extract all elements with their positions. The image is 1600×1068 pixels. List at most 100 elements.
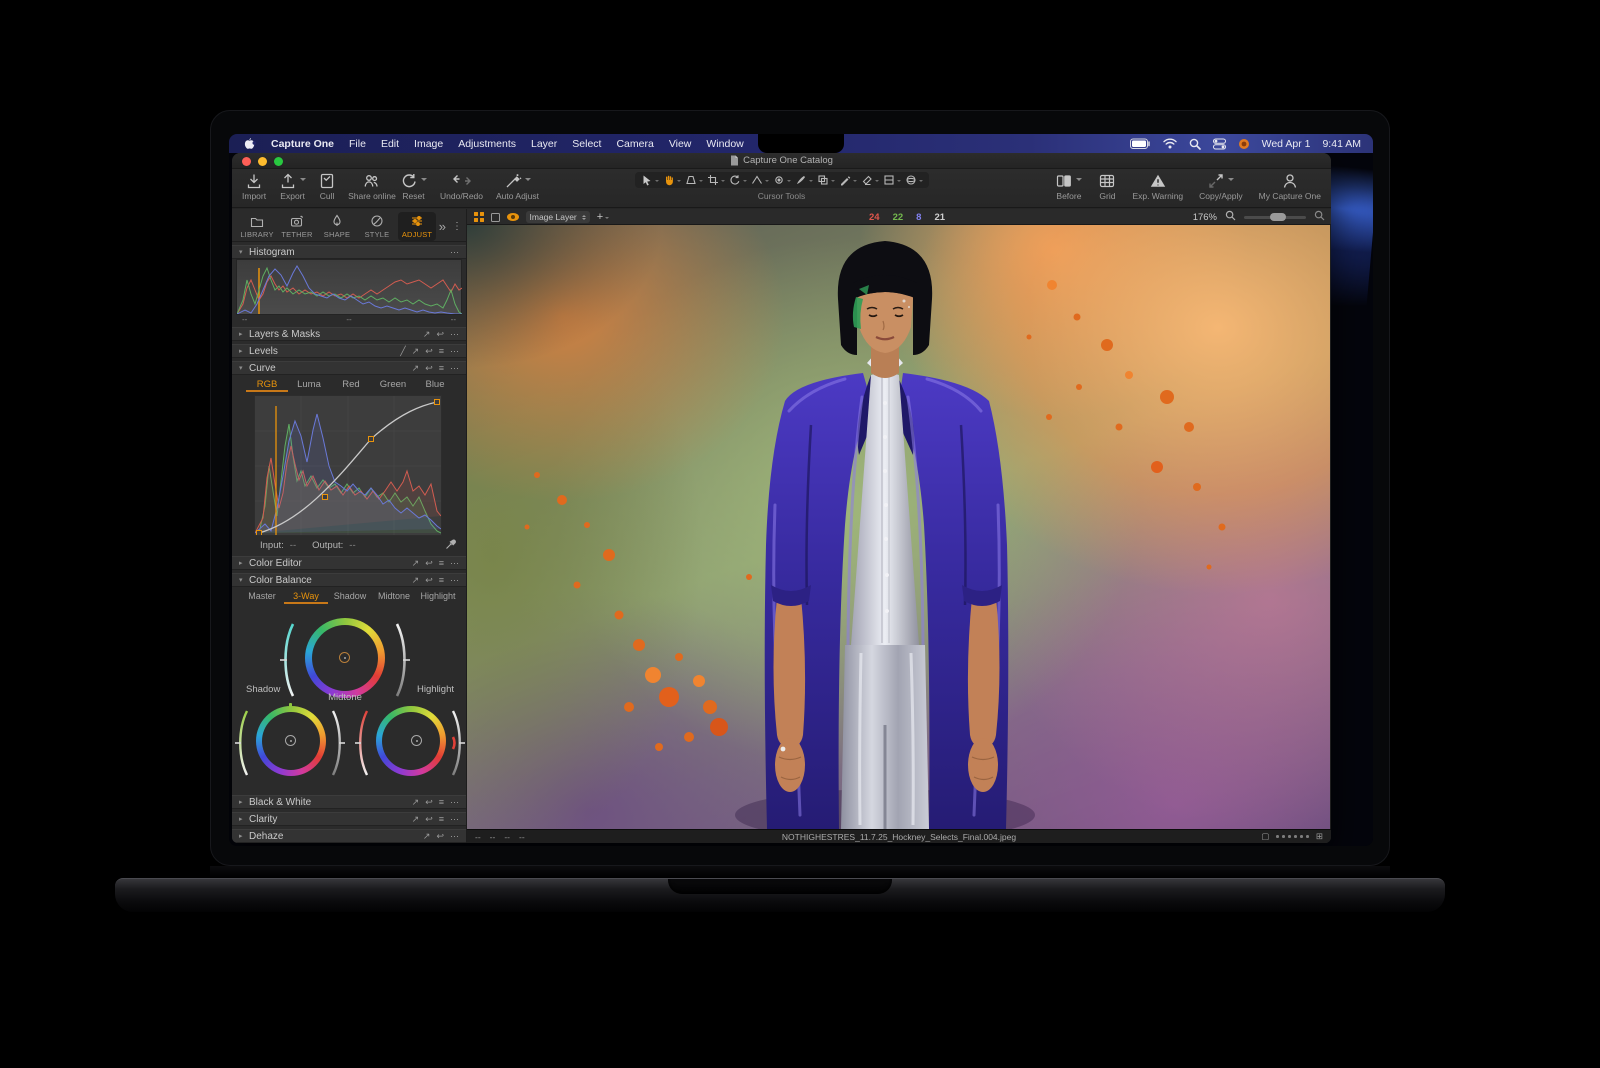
spot-removal-tool[interactable] [773, 174, 791, 186]
tab-adjust[interactable]: ADJUST [398, 212, 436, 241]
rotate-tool[interactable] [729, 174, 747, 186]
preset-menu-icon[interactable]: ≡ [439, 363, 444, 374]
menu-window[interactable]: Window [706, 138, 743, 150]
midtone-luma-slider[interactable] [394, 620, 412, 700]
copy-adjustments-icon[interactable]: ↗ [412, 814, 420, 825]
copy-adjustments-icon[interactable]: ↗ [412, 346, 420, 357]
histogram-markers[interactable]: -- -- -- [236, 315, 462, 324]
highlight-saturation-slider[interactable] [354, 707, 370, 779]
loupe-tool-icon[interactable] [1314, 208, 1325, 226]
panel-header-dehaze[interactable]: ▸ Dehaze ↗ ↩ ⋯ [232, 829, 466, 843]
erase-mask-tool[interactable] [861, 174, 879, 186]
crop-tool[interactable] [707, 174, 725, 186]
panel-header-color-editor[interactable]: ▸ Color Editor ↗ ↩ ≡ ⋯ [232, 556, 466, 570]
panel-header-black-white[interactable]: ▸ Black & White ↗ ↩ ≡ ⋯ [232, 795, 466, 809]
midtone-wheel-indicator[interactable] [339, 652, 350, 663]
reset-adjustments-icon[interactable]: ↩ [425, 346, 433, 357]
single-view-icon[interactable] [491, 213, 500, 222]
grid-button[interactable]: Grid [1098, 171, 1116, 201]
import-button[interactable]: Import [242, 171, 266, 201]
panel-header-layers-masks[interactable]: ▸ Layers & Masks ↗ ↩ ⋯ [232, 327, 466, 341]
more-icon[interactable]: ⋯ [450, 329, 459, 340]
heal-tool[interactable] [795, 174, 813, 186]
reset-adjustments-icon[interactable]: ↩ [425, 558, 433, 569]
rating-dots[interactable] [1276, 835, 1309, 838]
compare-icon[interactable]: ▢ [1261, 831, 1269, 842]
tab-library[interactable]: LIBRARY [238, 212, 276, 241]
reset-adjustments-icon[interactable]: ↩ [425, 575, 433, 586]
radial-gradient-tool[interactable] [905, 174, 923, 186]
reset-adjustments-icon[interactable]: ↩ [425, 814, 433, 825]
straighten-tool[interactable] [751, 174, 769, 186]
menu-adjustments[interactable]: Adjustments [458, 138, 516, 150]
curve-picker-icon[interactable] [445, 539, 456, 553]
draw-mask-tool[interactable] [839, 174, 857, 186]
linear-gradient-tool[interactable] [883, 174, 901, 186]
multi-view-icon[interactable] [474, 212, 484, 222]
cb-tab-shadow[interactable]: Shadow [328, 591, 372, 604]
highlight-luma-slider[interactable] [450, 707, 466, 779]
layer-stepper-icon[interactable] [582, 213, 586, 222]
preset-menu-icon[interactable]: ≡ [439, 797, 444, 808]
tab-tether[interactable]: TETHER [278, 212, 316, 241]
select-tool[interactable] [641, 174, 659, 186]
tab-shape[interactable]: SHAPE [318, 212, 356, 241]
curve-graph[interactable] [254, 395, 442, 536]
copy-apply-button[interactable]: Copy/Apply [1199, 171, 1242, 201]
menu-file[interactable]: File [349, 138, 366, 150]
spotlight-search-icon[interactable] [1189, 138, 1201, 150]
zoom-loupe-icon[interactable] [1225, 208, 1236, 226]
curve-tab-luma[interactable]: Luma [288, 379, 330, 392]
tab-style[interactable]: STYLE [358, 212, 396, 241]
menu-layer[interactable]: Layer [531, 138, 557, 150]
layer-dropdown[interactable]: Image Layer [526, 211, 590, 223]
thumbnail-grid-icon[interactable]: ⊞ [1316, 831, 1323, 842]
reset-adjustments-icon[interactable]: ↩ [425, 797, 433, 808]
proof-view-icon[interactable] [507, 213, 519, 221]
add-layer-button[interactable]: + [597, 211, 609, 223]
pan-tool[interactable] [663, 174, 681, 186]
app-status-icon[interactable] [1238, 138, 1250, 150]
export-button[interactable]: Export [279, 171, 306, 201]
copy-adjustments-icon[interactable]: ↗ [423, 329, 431, 340]
keystone-tool[interactable] [685, 174, 703, 186]
panel-header-curve[interactable]: ▾ Curve ↗ ↩ ≡ ⋯ [232, 361, 466, 375]
cull-button[interactable]: Cull [319, 171, 335, 201]
menu-view[interactable]: View [669, 138, 692, 150]
curve-tab-green[interactable]: Green [372, 379, 414, 392]
reset-adjustments-icon[interactable]: ↩ [425, 363, 433, 374]
window-titlebar[interactable]: Capture One Catalog [232, 153, 1331, 169]
more-icon[interactable]: ⋯ [450, 346, 459, 357]
before-after-button[interactable]: Before [1055, 171, 1082, 201]
more-icon[interactable]: ⋯ [450, 247, 459, 258]
more-icon[interactable]: ⋯ [450, 558, 459, 569]
preset-menu-icon[interactable]: ≡ [439, 575, 444, 586]
menu-camera[interactable]: Camera [616, 138, 653, 150]
cb-tab-master[interactable]: Master [240, 591, 284, 604]
reset-button[interactable]: Reset [400, 171, 427, 201]
preset-menu-icon[interactable]: ≡ [439, 558, 444, 569]
my-capture-one-button[interactable]: My Capture One [1259, 171, 1321, 201]
curve-tab-red[interactable]: Red [330, 379, 372, 392]
menubar-time[interactable]: 9:41 AM [1322, 138, 1361, 150]
more-icon[interactable]: ⋯ [450, 831, 459, 842]
expand-tabs-icon[interactable]: » [439, 219, 446, 234]
copy-adjustments-icon[interactable]: ↗ [412, 363, 420, 374]
preset-menu-icon[interactable]: ≡ [439, 346, 444, 357]
more-icon[interactable]: ⋯ [450, 814, 459, 825]
battery-icon[interactable] [1130, 138, 1151, 150]
share-online-button[interactable]: Share online [348, 171, 396, 201]
menu-app-name[interactable]: Capture One [271, 138, 334, 150]
menubar-date[interactable]: Wed Apr 1 [1262, 138, 1311, 150]
panel-header-histogram[interactable]: ▾ Histogram ⋯ [232, 245, 466, 259]
shadow-wheel-indicator[interactable] [285, 735, 296, 746]
photo-canvas[interactable] [467, 225, 1330, 829]
preset-menu-icon[interactable]: ≡ [439, 814, 444, 825]
curve-tab-rgb[interactable]: RGB [246, 379, 288, 392]
panel-header-color-balance[interactable]: ▾ Color Balance ↗ ↩ ≡ ⋯ [232, 573, 466, 587]
reset-adjustments-icon[interactable]: ↩ [436, 329, 444, 340]
shadow-saturation-slider[interactable] [234, 707, 250, 779]
tab-options-icon[interactable]: ⋮ [452, 221, 462, 232]
panel-header-levels[interactable]: ▸ Levels ╱ ↗ ↩ ≡ ⋯ [232, 344, 466, 358]
auto-levels-icon[interactable]: ╱ [400, 346, 405, 357]
